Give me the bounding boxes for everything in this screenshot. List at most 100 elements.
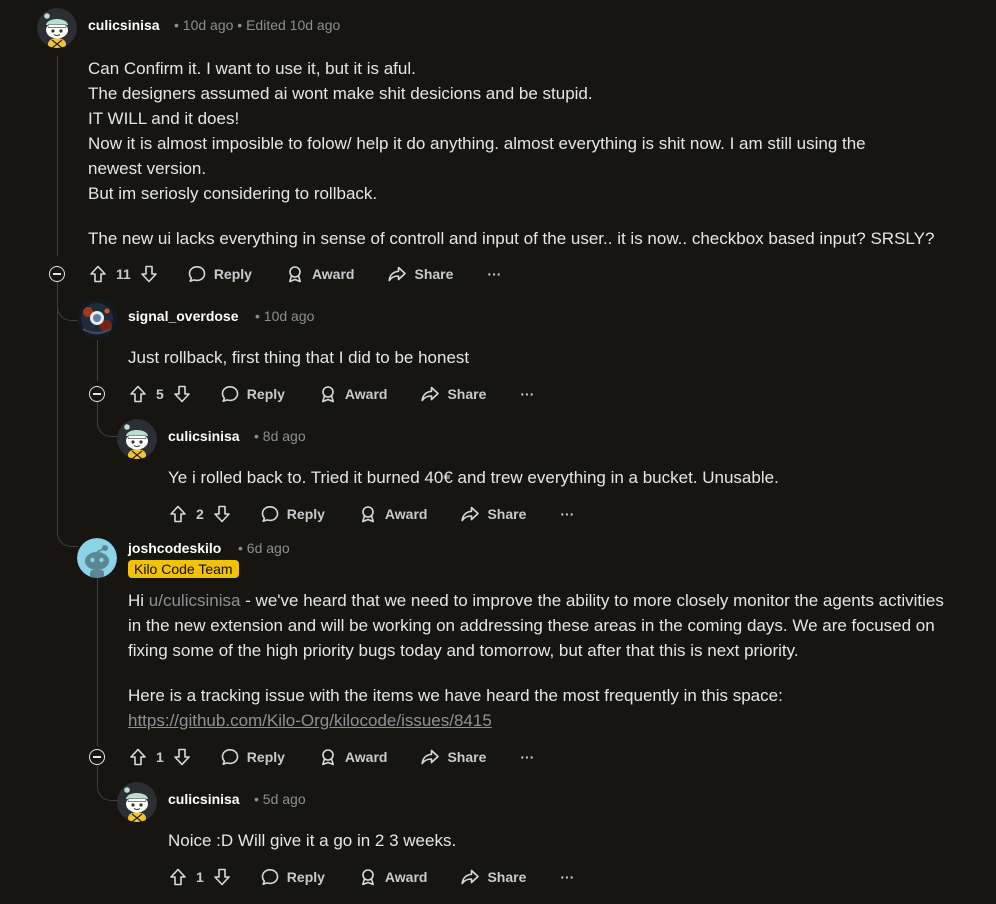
comment-line: But im seriosly considering to rollback. — [88, 184, 378, 203]
reply-button[interactable]: Reply — [220, 384, 285, 404]
avatar[interactable] — [117, 782, 157, 822]
downvote-icon[interactable] — [212, 504, 232, 524]
award-button[interactable]: Award — [318, 384, 388, 404]
collapse-icon[interactable] — [89, 749, 105, 765]
avatar[interactable] — [37, 8, 77, 48]
user-mention-link[interactable]: u/culicsinisa — [149, 591, 241, 610]
share-icon — [420, 384, 440, 404]
comment-line: IT WILL and it does! — [88, 109, 240, 128]
paragraph-text: - we've heard that we need to improve th… — [128, 591, 944, 660]
username[interactable]: culicsinisa — [168, 428, 240, 444]
upvote-icon[interactable] — [88, 264, 108, 284]
username[interactable]: signal_overdose — [128, 308, 239, 324]
thread-line-root — [57, 56, 58, 256]
comment-body: Just rollback, first thing that I did to… — [128, 345, 968, 370]
vote-count: 1 — [156, 749, 164, 765]
vote-count: 11 — [116, 266, 131, 282]
comment-meta: • 10d ago — [255, 308, 315, 324]
reply-icon — [220, 384, 240, 404]
award-icon — [358, 867, 378, 887]
upvote-icon[interactable] — [168, 504, 188, 524]
award-button[interactable]: Award — [318, 747, 388, 767]
share-button[interactable]: Share — [460, 504, 526, 524]
thread-elbow — [97, 766, 118, 801]
issue-link[interactable]: https://github.com/Kilo-Org/kilocode/iss… — [128, 711, 492, 730]
downvote-icon[interactable] — [139, 264, 159, 284]
comment-meta: • 6d ago — [238, 540, 290, 556]
collapse-icon[interactable] — [89, 386, 105, 402]
share-label: Share — [414, 266, 454, 282]
more-icon[interactable]: ··· — [560, 869, 574, 885]
more-icon[interactable]: ··· — [560, 506, 574, 522]
comment-paragraph: Here is a tracking issue with the items … — [128, 686, 783, 705]
thread-elbow — [57, 296, 78, 321]
downvote-icon[interactable] — [212, 867, 232, 887]
avatar[interactable] — [77, 299, 117, 339]
vote-group: 2 — [168, 504, 232, 524]
reply-button[interactable]: Reply — [220, 747, 285, 767]
avatar[interactable] — [117, 419, 157, 459]
downvote-icon[interactable] — [172, 384, 192, 404]
share-button[interactable]: Share — [420, 747, 486, 767]
reply-label: Reply — [246, 386, 285, 402]
award-label: Award — [344, 749, 388, 765]
comment-paragraph: https://github.com/Kilo-Org/kilocode/iss… — [128, 708, 948, 733]
reply-button[interactable]: Reply — [187, 264, 252, 284]
share-icon — [387, 264, 407, 284]
upvote-icon[interactable] — [128, 747, 148, 767]
share-button[interactable]: Share — [460, 867, 526, 887]
greeting: Hi — [128, 591, 149, 610]
reply-icon — [187, 264, 207, 284]
username[interactable]: culicsinisa — [88, 17, 160, 33]
upvote-icon[interactable] — [168, 867, 188, 887]
share-button[interactable]: Share — [420, 384, 486, 404]
username[interactable]: culicsinisa — [168, 791, 240, 807]
comment-body: Ye i rolled back to. Tried it burned 40€… — [168, 465, 968, 490]
share-icon — [460, 504, 480, 524]
downvote-icon[interactable] — [172, 747, 192, 767]
vote-group: 5 — [128, 384, 192, 404]
more-icon[interactable]: ··· — [520, 749, 534, 765]
action-bar: 1 Reply Award Share ··· — [168, 862, 574, 892]
comment-body: Hi u/culicsinisa - we've heard that we n… — [128, 588, 948, 733]
more-icon[interactable]: ··· — [520, 386, 534, 402]
reply-label: Reply — [246, 749, 285, 765]
reply-button[interactable]: Reply — [260, 504, 325, 524]
vote-group: 1 — [128, 747, 192, 767]
share-label: Share — [487, 869, 527, 885]
thread-line — [97, 578, 98, 746]
action-bar: 2 Reply Award Share ··· — [168, 499, 574, 529]
comment-line: Now it is almost imposible to folow/ hel… — [88, 134, 866, 178]
collapse-icon[interactable] — [49, 266, 65, 282]
comment-body: Can Confirm it. I want to use it, but it… — [88, 56, 968, 251]
action-bar: 1 Reply Award Share ··· — [128, 742, 534, 772]
reply-button[interactable]: Reply — [260, 867, 325, 887]
award-button[interactable]: Award — [358, 504, 428, 524]
comment-line: Just rollback, first thing that I did to… — [128, 348, 470, 367]
upvote-icon[interactable] — [128, 384, 148, 404]
award-icon — [318, 384, 338, 404]
award-label: Award — [384, 869, 428, 885]
award-button[interactable]: Award — [285, 264, 354, 284]
comment-meta: • 10d ago • Edited 10d ago — [174, 17, 341, 33]
thread-line-root-children — [57, 282, 58, 522]
comment-line: Noice :D Will give it a go in 2 3 weeks. — [168, 831, 457, 850]
award-button[interactable]: Award — [358, 867, 428, 887]
award-label: Award — [344, 386, 388, 402]
reply-label: Reply — [286, 506, 325, 522]
vote-group: 11 — [88, 264, 159, 284]
comment-paragraph: Hi u/culicsinisa - we've heard that we n… — [128, 588, 948, 663]
share-button[interactable]: Share — [387, 264, 453, 284]
avatar[interactable] — [77, 538, 117, 578]
user-flair: Kilo Code Team — [128, 560, 239, 578]
vote-group: 1 — [168, 867, 232, 887]
reply-icon — [260, 867, 280, 887]
more-icon[interactable]: ··· — [487, 266, 501, 282]
reply-icon — [220, 747, 240, 767]
action-bar: 5 Reply Award Share ··· — [128, 379, 534, 409]
comment-meta: • 5d ago — [254, 791, 306, 807]
comment-line: The new ui lacks everything in sense of … — [88, 229, 935, 248]
comment-line: Can Confirm it. I want to use it, but it… — [88, 59, 416, 78]
username[interactable]: joshcodeskilo — [128, 540, 221, 556]
award-label: Award — [384, 506, 428, 522]
